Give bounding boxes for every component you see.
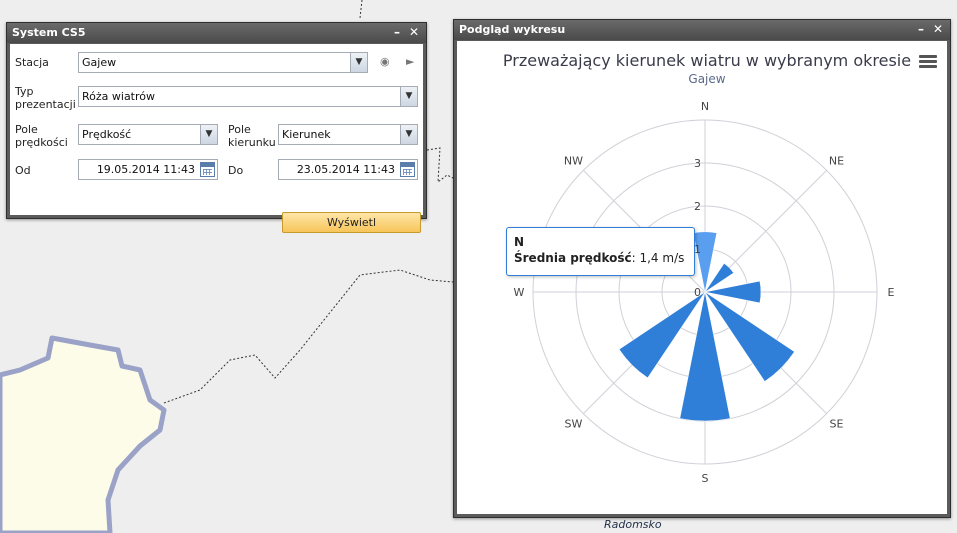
direction-label-W: W (514, 286, 525, 299)
chart-body: 0 1 2 3 N NE E SE S SW W NW Przeważający kierunek w… (457, 41, 947, 514)
tooltip-direction: N (514, 235, 525, 249)
from-date-value: 19.05.2014 11:43 (96, 163, 195, 176)
window-title: System CS5 (12, 26, 86, 39)
direction-label-NW: NW (564, 154, 583, 167)
close-icon[interactable]: ✕ (407, 23, 421, 43)
presentation-value: Róża wiatrów (82, 90, 156, 103)
direction-label-SW: SW (565, 418, 583, 431)
close-icon[interactable]: ✕ (931, 20, 945, 40)
presentation-label-2: prezentacji (15, 98, 76, 111)
menu-icon[interactable] (919, 55, 937, 69)
direction-label-E: E (888, 286, 895, 299)
y-tick-label: 3 (694, 157, 701, 170)
to-date-field[interactable]: 23.05.2014 11:43 (278, 159, 418, 180)
minimize-icon[interactable]: – (390, 23, 404, 43)
direction-field-value: Kierunek (282, 128, 331, 141)
y-tick-label: 1 (694, 243, 701, 256)
speed-field-label-2: prędkości (15, 136, 68, 149)
chevron-down-icon[interactable]: ▼ (200, 125, 217, 144)
direction-field-label-1: Pole (228, 123, 251, 136)
direction-label-N: N (701, 100, 709, 113)
presentation-label-1: Typ (15, 85, 34, 98)
direction-label-SE: SE (830, 418, 844, 431)
play-icon[interactable]: ► (406, 55, 414, 68)
wind-rose-chart[interactable]: 0 1 2 3 N NE E SE S SW W NW (457, 41, 947, 514)
chevron-down-icon[interactable]: ▼ (350, 53, 367, 72)
chart-subtitle: Gajew (688, 72, 726, 86)
station-select[interactable]: Gajew ▼ (78, 52, 368, 73)
direction-label-NE: NE (829, 154, 844, 167)
eye-icon[interactable]: ◉ (380, 55, 390, 68)
window-titlebar[interactable]: System CS5 – ✕ (7, 23, 426, 43)
station-value: Gajew (82, 56, 117, 69)
tooltip-metric-value: 1,4 m/s (639, 251, 685, 265)
chevron-down-icon[interactable]: ▼ (400, 125, 417, 144)
to-date-value: 23.05.2014 11:43 (296, 163, 395, 176)
calendar-icon[interactable] (400, 162, 415, 177)
chart-window[interactable]: Podgląd wykresu – ✕ 0 1 2 3 N NE E SE S SW W NW Prz… (453, 19, 951, 518)
show-button[interactable]: Wyświetl (282, 212, 421, 233)
from-label: Od (15, 164, 31, 177)
y-tick-label: 2 (694, 200, 701, 213)
calendar-icon[interactable] (200, 162, 215, 177)
chart-tooltip: N Średnia prędkość: 1,4 m/s (506, 227, 695, 276)
presentation-select[interactable]: Róża wiatrów ▼ (78, 86, 418, 107)
chevron-down-icon[interactable]: ▼ (400, 87, 417, 106)
speed-field-select[interactable]: Prędkość ▼ (78, 124, 218, 145)
speed-field-value: Prędkość (82, 128, 132, 141)
direction-label-S: S (702, 472, 709, 485)
station-label: Stacja (15, 56, 49, 69)
minimize-icon[interactable]: – (914, 20, 928, 40)
form-body: Stacja Gajew ▼ ◉ ► Typ prezentacji Róża … (10, 44, 423, 233)
speed-field-label-1: Pole (15, 123, 38, 136)
y-tick-label: 0 (694, 286, 701, 299)
from-date-field[interactable]: 19.05.2014 11:43 (78, 159, 218, 180)
to-label: Do (228, 164, 244, 177)
town-label: Radomsko (604, 518, 662, 531)
chart-title: Przeważający kierunek wiatru w wybranym … (502, 51, 912, 70)
window-title: Podgląd wykresu (459, 23, 566, 36)
tooltip-metric-label: Średnia prędkość (514, 251, 632, 265)
system-window[interactable]: System CS5 – ✕ Stacja Gajew ▼ ◉ ► Typ pr… (6, 22, 427, 233)
window-titlebar[interactable]: Podgląd wykresu – ✕ (454, 20, 950, 40)
direction-field-label-2: kierunku (228, 136, 276, 149)
direction-field-select[interactable]: Kierunek ▼ (278, 124, 418, 145)
